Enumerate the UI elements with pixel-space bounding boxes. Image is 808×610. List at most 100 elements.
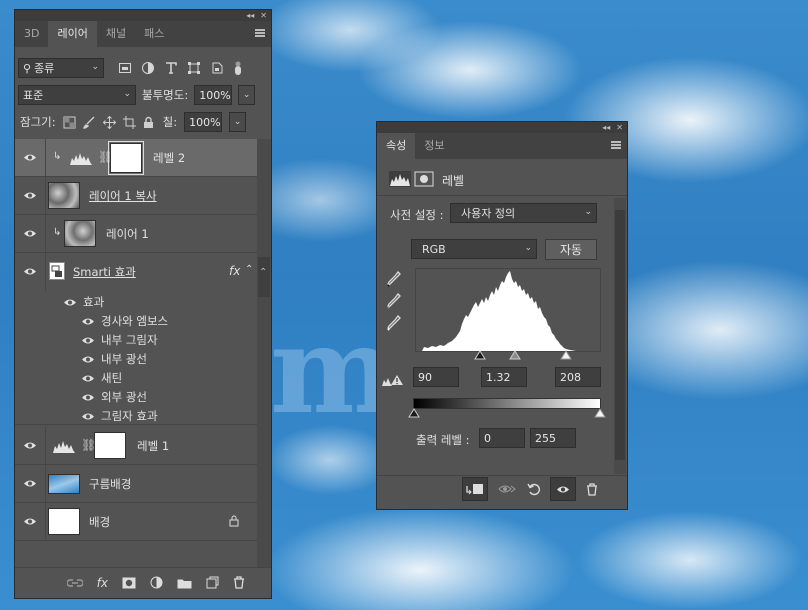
visibility-eye-icon[interactable] bbox=[81, 412, 95, 421]
visibility-eye-icon[interactable] bbox=[81, 393, 95, 402]
layer-row[interactable]: ↳ ⛓ 레벨 2 bbox=[15, 139, 257, 177]
input-gamma-field[interactable]: 1.32 bbox=[481, 367, 527, 387]
layer-name[interactable]: 배경 bbox=[89, 514, 110, 530]
visibility-eye-icon[interactable] bbox=[23, 479, 37, 488]
preset-dropdown[interactable]: 사용자 정의 ⌄ bbox=[450, 203, 597, 223]
layer-thumbnail[interactable] bbox=[48, 474, 80, 494]
fx-badge[interactable]: fx bbox=[229, 264, 240, 278]
lock-artboard-icon[interactable] bbox=[122, 115, 136, 129]
lock-move-icon[interactable] bbox=[102, 115, 116, 129]
visibility-eye-icon[interactable] bbox=[23, 267, 37, 276]
channel-dropdown[interactable]: RGB ⌄ bbox=[411, 239, 537, 259]
tab-3d[interactable]: 3D bbox=[15, 21, 48, 47]
delete-trash-icon[interactable] bbox=[233, 576, 245, 589]
input-black-field[interactable]: 90 bbox=[413, 367, 459, 387]
layer-row[interactable]: 배경 bbox=[15, 503, 257, 541]
input-gamma-slider[interactable] bbox=[509, 350, 521, 360]
effect-row[interactable]: 내부 그림자 bbox=[81, 332, 158, 348]
visibility-eye-icon[interactable] bbox=[81, 317, 95, 326]
opacity-input[interactable]: 100% bbox=[194, 85, 233, 105]
reset-button[interactable] bbox=[523, 477, 545, 501]
black-point-eyedropper-icon[interactable] bbox=[387, 271, 401, 287]
lock-all-icon[interactable] bbox=[143, 116, 154, 129]
tab-info[interactable]: 정보 bbox=[415, 133, 453, 159]
new-fill-adjustment-icon[interactable] bbox=[150, 576, 163, 589]
close-panel-icon[interactable]: ✕ bbox=[260, 10, 267, 21]
filter-pixel-icon[interactable] bbox=[118, 61, 132, 75]
filter-kind-dropdown[interactable]: ⚲ 종류 ⌄ bbox=[18, 58, 104, 78]
layer-name[interactable]: Smarti 효과 bbox=[73, 264, 136, 280]
lock-transparent-icon[interactable] bbox=[63, 116, 76, 129]
visibility-eye-icon[interactable] bbox=[23, 441, 37, 450]
input-white-slider[interactable] bbox=[560, 350, 572, 360]
layer-name[interactable]: 레이어 1 bbox=[106, 226, 149, 242]
output-white-slider[interactable] bbox=[594, 408, 606, 418]
toggle-visibility-button[interactable] bbox=[550, 477, 576, 501]
close-panel-icon[interactable]: ✕ bbox=[616, 122, 623, 133]
auto-button[interactable]: 자동 bbox=[545, 239, 597, 260]
link-layers-icon[interactable] bbox=[66, 578, 83, 588]
filter-smart-object-icon[interactable] bbox=[210, 61, 224, 75]
collapse-effects-icon[interactable]: ⌃ bbox=[245, 264, 253, 275]
output-white-field[interactable]: 255 bbox=[530, 428, 576, 448]
input-white-field[interactable]: 208 bbox=[555, 367, 601, 387]
visibility-eye-icon[interactable] bbox=[81, 336, 95, 345]
fill-slider-button[interactable]: ⌄ bbox=[229, 112, 247, 132]
visibility-eye-icon[interactable] bbox=[23, 229, 37, 238]
visibility-eye-icon[interactable] bbox=[23, 153, 37, 162]
visibility-eye-icon[interactable] bbox=[23, 517, 37, 526]
visibility-eye-icon[interactable] bbox=[23, 191, 37, 200]
fill-input[interactable]: 100% bbox=[184, 112, 223, 132]
layer-row[interactable]: ⛓ 레벨 1 bbox=[15, 427, 257, 465]
filter-adjustment-icon[interactable] bbox=[141, 61, 155, 75]
effect-row[interactable]: 그림자 효과 bbox=[81, 408, 158, 424]
clip-to-layer-button[interactable] bbox=[462, 477, 488, 501]
effects-header-row[interactable]: 효과 bbox=[63, 294, 104, 310]
filter-toggle-icon[interactable] bbox=[233, 60, 243, 76]
tab-channels[interactable]: 채널 bbox=[97, 21, 135, 47]
layer-thumbnail[interactable] bbox=[64, 220, 96, 247]
effect-row[interactable]: 내부 광선 bbox=[81, 351, 147, 367]
tab-properties[interactable]: 속성 bbox=[377, 133, 416, 159]
blend-mode-dropdown[interactable]: 표준 ⌄ bbox=[18, 85, 136, 105]
layer-name[interactable]: 레벨 2 bbox=[153, 150, 185, 166]
effect-row[interactable]: 경사와 엠보스 bbox=[81, 313, 168, 329]
layer-row[interactable]: Smarti 효과 fx ⌃ 효과 경사와 엠보스 내부 그림자 내부 광선 새… bbox=[15, 253, 257, 425]
collapse-icon[interactable]: ◂◂ bbox=[602, 122, 610, 133]
panel-topbar[interactable]: ◂◂ ✕ bbox=[377, 122, 627, 133]
tab-layers[interactable]: 레이어 bbox=[48, 21, 97, 47]
layer-mask-thumbnail[interactable] bbox=[108, 141, 144, 175]
add-style-fx-button[interactable]: fx bbox=[97, 576, 108, 590]
filter-shape-icon[interactable] bbox=[187, 61, 201, 75]
visibility-eye-icon[interactable] bbox=[63, 298, 77, 307]
layer-thumbnail[interactable] bbox=[48, 182, 80, 209]
layer-row[interactable]: 레이어 1 복사 bbox=[15, 177, 257, 215]
effect-row[interactable]: 외부 광선 bbox=[81, 389, 147, 405]
output-black-slider[interactable] bbox=[408, 408, 420, 418]
tab-paths[interactable]: 패스 bbox=[135, 21, 173, 47]
chevron-up-icon[interactable]: ⌃ bbox=[259, 267, 267, 278]
collapse-icon[interactable]: ◂◂ bbox=[246, 10, 254, 21]
scroll-thumb[interactable] bbox=[615, 210, 625, 460]
new-layer-icon[interactable] bbox=[206, 576, 219, 589]
effect-row[interactable]: 새틴 bbox=[81, 370, 122, 386]
layer-name[interactable]: 레이어 1 복사 bbox=[89, 188, 157, 204]
lock-icon[interactable] bbox=[229, 515, 239, 527]
visibility-eye-icon[interactable] bbox=[81, 374, 95, 383]
add-mask-icon[interactable] bbox=[122, 577, 136, 589]
new-group-folder-icon[interactable] bbox=[177, 577, 192, 589]
panel-menu-icon[interactable] bbox=[255, 29, 265, 37]
input-black-slider[interactable] bbox=[474, 350, 486, 360]
opacity-slider-button[interactable]: ⌄ bbox=[238, 85, 256, 105]
layer-row[interactable]: ↳ 레이어 1 bbox=[15, 215, 257, 253]
white-point-eyedropper-icon[interactable] bbox=[387, 315, 401, 331]
smart-object-thumbnail-icon[interactable] bbox=[49, 262, 65, 280]
delete-adjustment-button[interactable] bbox=[582, 477, 602, 501]
mask-icon[interactable] bbox=[414, 171, 434, 187]
layer-mask-thumbnail[interactable] bbox=[94, 432, 126, 459]
gray-point-eyedropper-icon[interactable] bbox=[387, 293, 401, 309]
clipping-warning-icon[interactable] bbox=[382, 374, 404, 386]
layer-name[interactable]: 구름배경 bbox=[89, 476, 131, 492]
layer-row[interactable]: 구름배경 bbox=[15, 465, 257, 503]
visibility-eye-icon[interactable] bbox=[81, 355, 95, 364]
